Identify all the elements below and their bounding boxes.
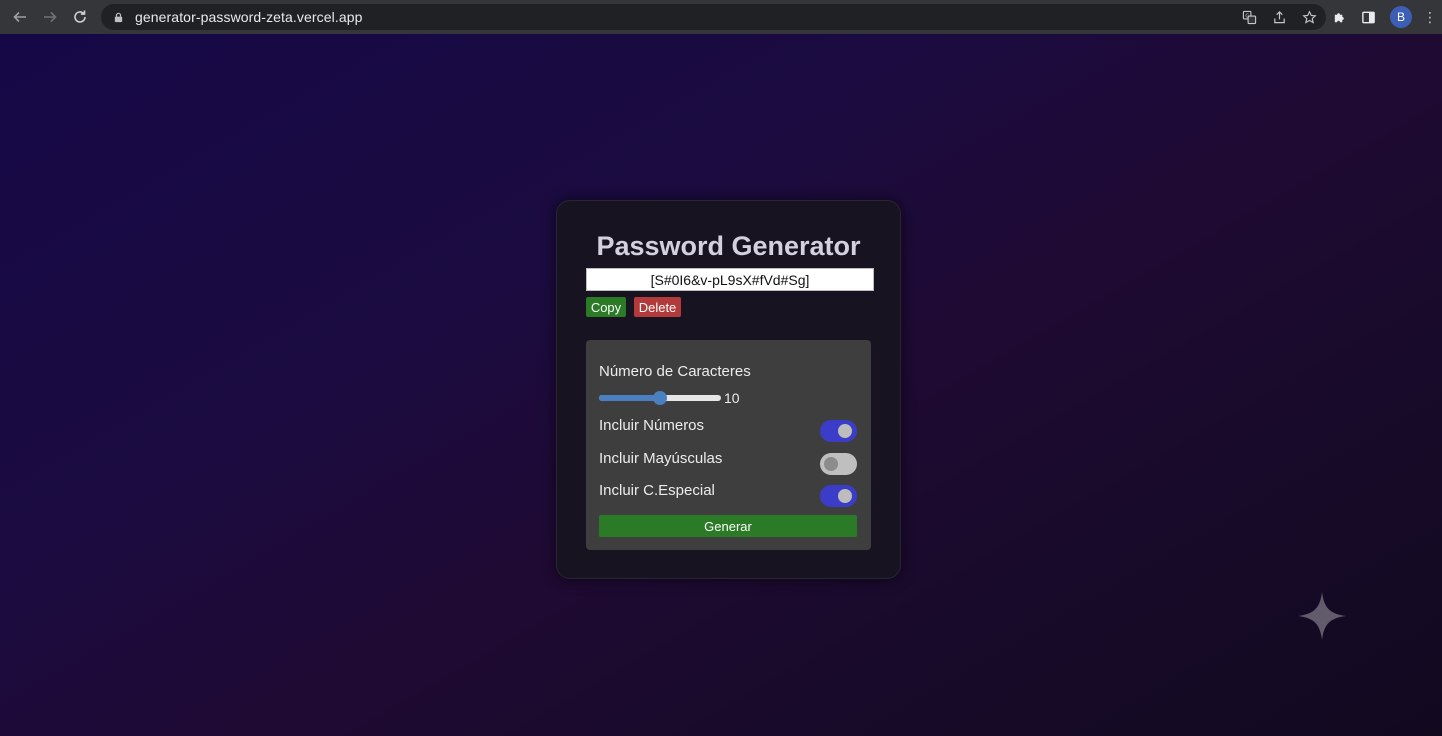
share-icon xyxy=(1273,10,1285,23)
browser-toolbar: generator-password-zeta.vercel.app G B ⋮ xyxy=(0,0,1442,34)
arrow-right-icon xyxy=(44,11,57,23)
sparkle-icon xyxy=(1298,592,1346,640)
translate-button[interactable]: G xyxy=(1240,7,1258,27)
side-panel-icon xyxy=(1362,11,1375,23)
uppercase-toggle[interactable] xyxy=(820,453,857,475)
address-bar[interactable]: generator-password-zeta.vercel.app G xyxy=(101,4,1326,30)
numbers-toggle[interactable] xyxy=(820,420,857,442)
length-label: Número de Caracteres xyxy=(599,363,751,380)
special-label: Incluir C.Especial xyxy=(599,482,715,499)
reload-icon xyxy=(74,10,86,23)
url-text: generator-password-zeta.vercel.app xyxy=(135,9,363,25)
special-toggle[interactable] xyxy=(820,485,857,507)
extensions-button[interactable] xyxy=(1332,10,1347,25)
length-value: 10 xyxy=(724,390,740,406)
translate-icon: G xyxy=(1242,10,1256,24)
page-background: Password Generator Copy Delete Número de… xyxy=(0,34,1442,736)
uppercase-label: Incluir Mayúsculas xyxy=(599,450,723,467)
slider-fill xyxy=(599,395,660,401)
forward-button[interactable] xyxy=(40,7,60,27)
reload-button[interactable] xyxy=(70,7,90,27)
toggle-knob xyxy=(838,424,852,438)
side-panel-button[interactable] xyxy=(1361,10,1376,25)
toggle-knob xyxy=(838,489,852,503)
star-icon xyxy=(1301,9,1317,24)
profile-avatar[interactable]: B xyxy=(1390,6,1412,28)
options-panel: Número de Caracteres 10 Incluir Números … xyxy=(586,340,871,550)
browser-menu-button[interactable]: ⋮ xyxy=(1423,9,1437,26)
generator-card: Password Generator Copy Delete Número de… xyxy=(556,200,901,579)
share-button[interactable] xyxy=(1270,7,1288,27)
toggle-knob xyxy=(824,457,838,471)
page-title: Password Generator xyxy=(596,231,861,261)
omnibox-actions: G xyxy=(1240,7,1318,27)
copy-button[interactable]: Copy xyxy=(586,297,626,317)
arrow-left-icon xyxy=(13,11,26,23)
numbers-label: Incluir Números xyxy=(599,417,705,434)
toolbar-right: B ⋮ xyxy=(1332,6,1437,28)
lock-icon xyxy=(113,11,125,23)
puzzle-icon xyxy=(1334,12,1344,22)
svg-text:G: G xyxy=(1245,13,1249,19)
delete-button[interactable]: Delete xyxy=(634,297,681,317)
slider-thumb[interactable] xyxy=(653,391,667,405)
generate-button[interactable]: Generar xyxy=(599,515,857,537)
length-slider[interactable] xyxy=(599,391,721,405)
password-output-field[interactable] xyxy=(586,268,874,291)
back-button[interactable] xyxy=(10,7,30,27)
bookmark-button[interactable] xyxy=(1300,7,1318,27)
